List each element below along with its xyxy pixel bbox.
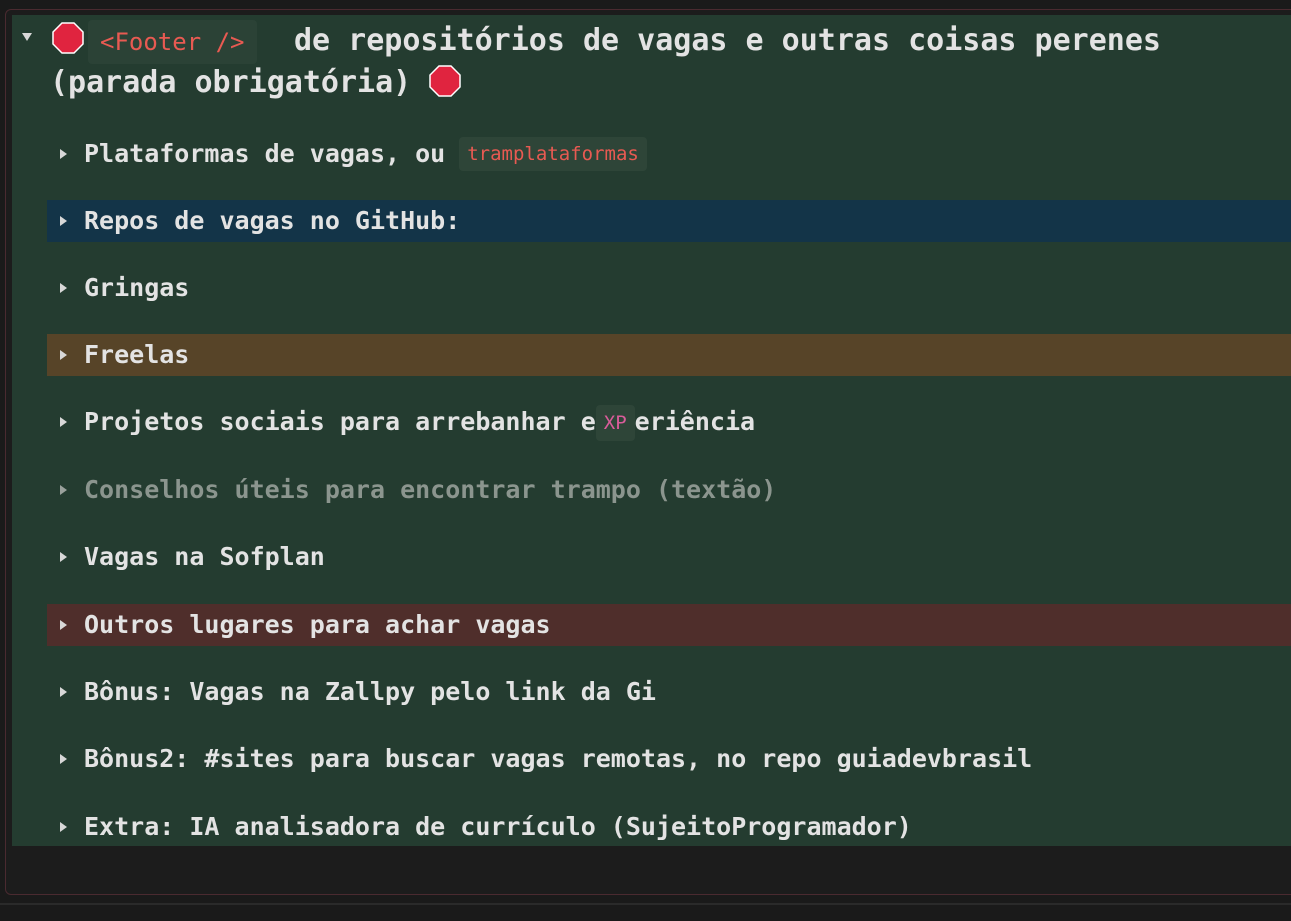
stop-sign-icon	[52, 22, 84, 54]
details-item-bonus2-sites[interactable]: Bônus2: #sites para buscar vagas remotas…	[47, 738, 1291, 780]
item-label: Freelas	[84, 340, 190, 369]
item-label: Repos de vagas no GitHub:	[84, 206, 461, 235]
item-label: Vagas na Sofplan	[84, 542, 325, 571]
item-label-before: Projetos sociais para arrebanhar e	[84, 407, 596, 436]
bottom-divider	[0, 903, 1291, 905]
item-label: Projetos sociais para arrebanhar e XP eriê…	[84, 401, 755, 443]
summary-title-line2: (parada obrigatória)	[50, 62, 461, 104]
summary-title: de repositórios de vagas e outras coisas…	[294, 23, 1161, 58]
inline-code: tramplataformas	[459, 137, 647, 171]
details-item-repos-github[interactable]: Repos de vagas no GitHub:	[47, 200, 1291, 242]
item-label: Extra: IA analisadora de currículo (Suje…	[84, 812, 912, 841]
triangle-right-icon	[60, 552, 67, 562]
details-item-gringas[interactable]: Gringas	[47, 267, 1291, 309]
triangle-right-icon	[60, 620, 67, 630]
details-item-bonus-zallpy[interactable]: Bônus: Vagas na Zallpy pelo link da Gi	[47, 671, 1291, 713]
triangle-right-icon	[60, 417, 67, 427]
triangle-right-icon	[60, 283, 67, 293]
item-label: Conselhos úteis para encontrar trampo (t…	[84, 475, 777, 504]
details-item-extra-ia[interactable]: Extra: IA analisadora de currículo (Suje…	[47, 806, 1291, 848]
details-item-freelas[interactable]: Freelas	[47, 334, 1291, 376]
footer-code-tag: <Footer />	[88, 20, 257, 64]
details-item-outros-lugares[interactable]: Outros lugares para achar vagas	[47, 604, 1291, 646]
inline-code-xp: XP	[595, 405, 635, 441]
item-label: Outros lugares para achar vagas	[84, 610, 551, 639]
item-label: Gringas	[84, 273, 190, 302]
details-item-sofplan[interactable]: Vagas na Sofplan	[47, 536, 1291, 578]
details-item-conselhos[interactable]: Conselhos úteis para encontrar trampo (t…	[47, 469, 1291, 511]
stop-sign-icon	[429, 65, 461, 97]
triangle-right-icon	[60, 687, 67, 697]
details-item-plataformas[interactable]: Plataformas de vagas, ou tramplataformas	[47, 133, 1291, 175]
item-label-after: eriência	[634, 407, 756, 436]
item-label-text: Plataformas de vagas, ou	[84, 139, 446, 168]
triangle-right-icon	[60, 149, 67, 159]
item-label: Bônus: Vagas na Zallpy pelo link da Gi	[84, 677, 656, 706]
triangle-right-icon	[60, 754, 67, 764]
triangle-right-icon	[60, 216, 67, 226]
triangle-right-icon	[60, 485, 67, 495]
details-item-projetos-sociais[interactable]: Projetos sociais para arrebanhar e XP eriê…	[47, 401, 1291, 443]
item-label: Plataformas de vagas, ou tramplataformas	[84, 133, 647, 175]
item-label: Bônus2: #sites para buscar vagas remotas…	[84, 744, 1033, 773]
summary-title-suffix: (parada obrigatória)	[50, 65, 412, 100]
triangle-down-icon[interactable]	[22, 33, 32, 41]
triangle-right-icon	[60, 822, 67, 832]
triangle-right-icon	[60, 350, 67, 360]
